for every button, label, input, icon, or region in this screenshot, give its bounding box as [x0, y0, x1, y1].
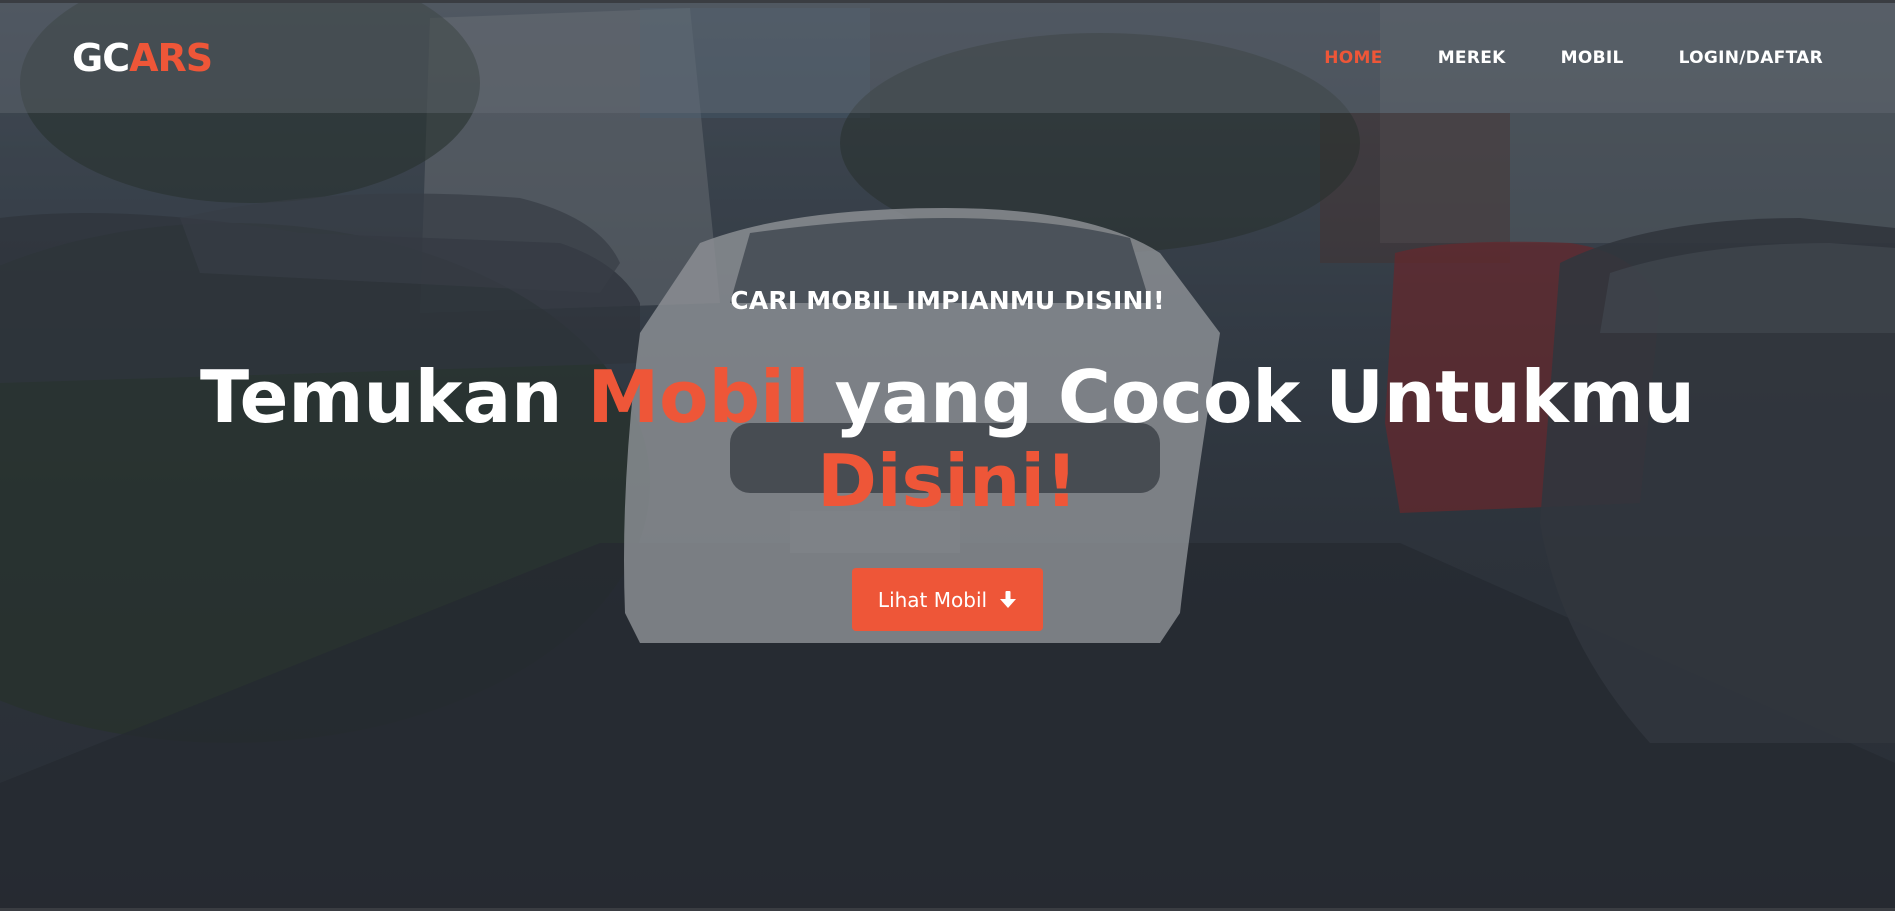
hero-title-accent1: Mobil: [587, 355, 810, 439]
page: GC ARS HOME MEREK MOBIL LOGIN/DAFTAR CARI…: [0, 0, 1895, 911]
lihat-mobil-label: Lihat Mobil: [877, 587, 988, 612]
nav-item-mobil[interactable]: MOBIL: [1561, 48, 1624, 68]
hero-title-part2: yang Cocok Untukmu: [809, 355, 1695, 439]
header: GC ARS HOME MEREK MOBIL LOGIN/DAFTAR: [0, 3, 1895, 113]
site-logo[interactable]: GC ARS: [72, 36, 213, 80]
hero-title: Temukan Mobil yang Cocok Untukmu Disini!: [0, 355, 1895, 523]
hero-title-part1: Temukan: [200, 355, 588, 439]
nav-item-home[interactable]: HOME: [1324, 48, 1382, 68]
lihat-mobil-button[interactable]: Lihat Mobil: [852, 568, 1043, 631]
hero-subtitle: CARI MOBIL IMPIANMU DISINI!: [730, 286, 1165, 315]
hero-title-accent2: Disini!: [817, 439, 1078, 523]
main-nav: HOME MEREK MOBIL LOGIN/DAFTAR: [1269, 48, 1823, 68]
nav-item-merek[interactable]: MEREK: [1438, 48, 1506, 68]
logo-text-primary: GC: [72, 36, 130, 80]
nav-item-login-daftar[interactable]: LOGIN/DAFTAR: [1679, 48, 1823, 68]
logo-text-accent: ARS: [129, 36, 213, 80]
arrow-down-icon: [999, 590, 1017, 610]
